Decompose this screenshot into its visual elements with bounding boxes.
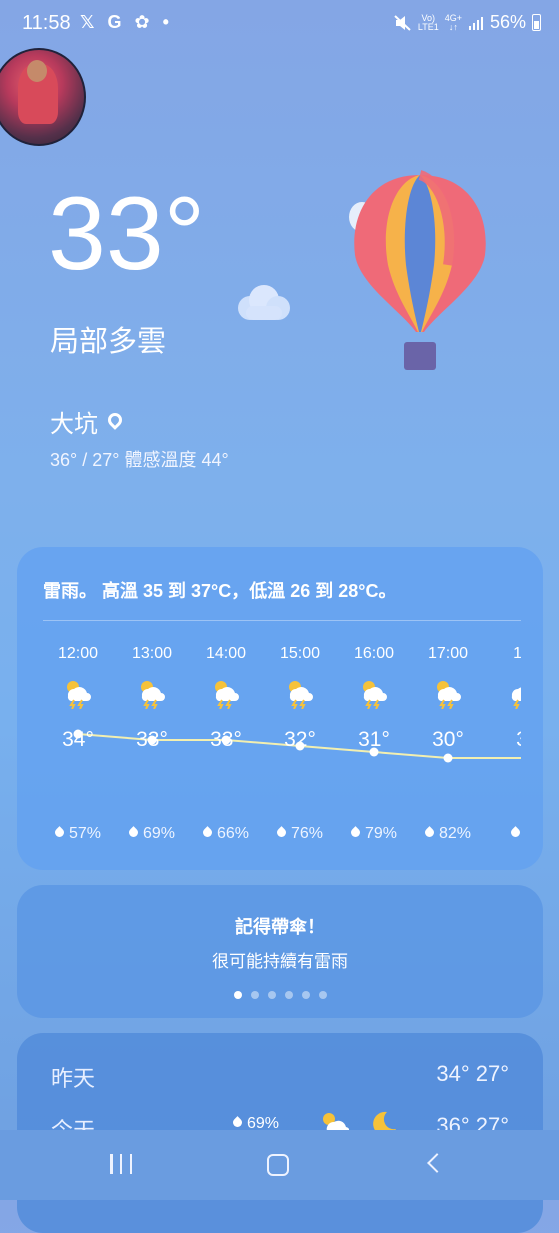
thunderstorm-sun-icon [437,681,461,709]
hourly-scroll-list[interactable]: 12:00 34° 57% 13:00 33° 69% 14:00 33° 66% 15:00 32… [17,627,521,857]
thunderstorm-sun-icon [67,681,91,709]
page-dot[interactable] [250,991,259,999]
page-dot[interactable] [284,991,293,999]
hourly-precip: 8 [482,825,521,843]
hourly-time: 14:00 [205,645,247,662]
hourly-temp: 33° [136,728,168,751]
thunderstorm-sun-icon [215,681,239,709]
signal-icon [468,16,483,30]
profile-avatar[interactable] [0,48,86,146]
hourly-time: 18 [513,645,521,662]
precip-value: 66% [216,825,250,842]
raindrop-icon [349,825,362,839]
hourly-time: 12:00 [57,645,99,662]
day-temps: 34° 27° [436,1061,509,1086]
trend-point [443,753,453,763]
hourly-precip: 79% [334,825,414,843]
raindrop-icon [127,825,140,839]
hourly-temp: 3 [482,728,521,752]
forecast-summary: 雷雨。 高溫 35 到 37°C，低溫 26 到 28°C。 [43,581,397,601]
hourly-precip: 69% [112,825,192,843]
page-dot[interactable] [301,991,310,999]
thunderstorm-sun-icon [141,681,165,709]
page-dot[interactable] [267,991,276,999]
hourly-time: 15:00 [279,645,321,662]
current-temperature: 33° [48,176,206,292]
precip-value: 82% [438,825,472,842]
battery-percent: 56% [489,12,526,32]
raindrop-icon [231,1115,244,1129]
back-button[interactable] [427,1153,447,1173]
feels-like: 體感溫度 44° [124,450,229,470]
raindrop-icon [201,825,214,839]
battery-icon [532,14,541,31]
thunderstorm-sun-icon [363,681,387,709]
location-pin-icon [105,409,125,430]
hi-lo-temps: 36° / 27° [50,450,120,470]
raindrop-icon [53,825,66,839]
recent-apps-button[interactable] [110,1154,132,1174]
precip-value: 76% [290,825,324,842]
hourly-time: 17:00 [427,645,469,662]
page-dot[interactable] [318,991,327,999]
hourly-precip: 76% [260,825,340,843]
hourly-temp: 30° [432,728,464,751]
tip-text: 很可能持續有雷雨 [212,952,348,971]
mute-icon [394,14,411,31]
hourly-precip: 57% [38,825,118,843]
avatar-head [27,60,47,82]
cloud-icon [238,285,290,320]
hourly-precip: 66% [186,825,266,843]
precip-value: 57% [68,825,102,842]
status-right: Vo) LTE1 4G+ ↓↑ 56% [394,12,541,33]
tip-card[interactable]: 記得帶傘！ 很可能持續有雷雨 [17,885,543,1018]
hourly-temp: 33° [210,728,242,751]
page-dot[interactable] [233,991,242,999]
hourly-temp: 32° [284,728,316,751]
home-button[interactable] [267,1154,289,1176]
status-bar: 11:58 𝕏 G ✿ • Vo) LTE1 4G+ ↓↑ 56% [0,0,559,48]
hourly-time: 16:00 [353,645,395,662]
location[interactable]: 大坑 [50,404,125,439]
system-navigation-bar [0,1130,559,1200]
hourly-temp: 31° [358,728,390,751]
notification-app-icons: 𝕏 G ✿ • [80,12,173,32]
divider [43,620,521,621]
raindrop-icon [423,825,436,839]
hourly-time: 13:00 [131,645,173,662]
network-type-indicator: 4G+ ↓↑ [444,12,462,32]
thunderstorm-sun-icon [289,681,313,709]
raindrop-icon [508,825,521,839]
hourly-forecast-card[interactable]: 雷雨。 高溫 35 到 37°C，低溫 26 到 28°C。 12:00 34° 5… [17,547,543,870]
hot-air-balloon-illustration [349,170,486,370]
thunderstorm-icon [511,687,521,709]
hourly-temp: 34° [62,728,94,751]
raindrop-icon [275,825,288,839]
status-time: 11:58 [22,12,71,34]
daily-row-yesterday[interactable]: 昨天 34° 27° [51,1061,509,1097]
page-indicator [17,991,543,999]
location-name: 大坑 [50,411,98,438]
volte-indicator: Vo) LTE1 [417,12,439,32]
hourly-precip: 82% [408,825,488,843]
hi-lo-feels-like: 36° / 27° 體感溫度 44° [50,446,229,472]
current-condition: 局部多雲 [50,326,167,358]
precip-value: 79% [364,825,398,842]
day-label: 昨天 [51,1066,96,1091]
tip-title: 記得帶傘！ [235,917,325,937]
precip-value: 69% [142,825,176,842]
